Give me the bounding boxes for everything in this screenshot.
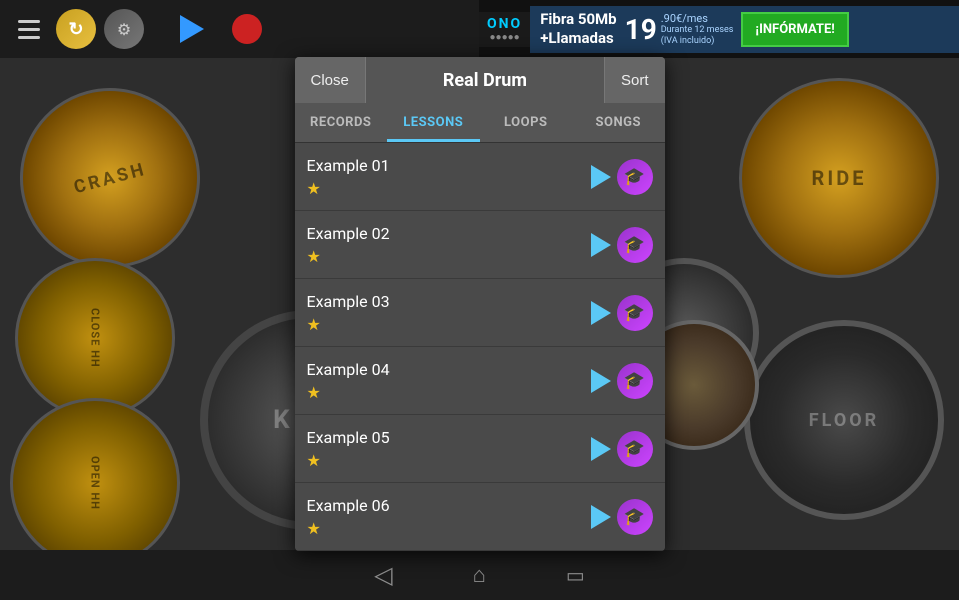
tab-loops[interactable]: LOOPS <box>480 103 573 142</box>
item-info: Example 02 ★ <box>307 224 591 266</box>
bottom-navigation-bar: ◁ ⌂ ▭ <box>0 550 959 600</box>
ad-banner: ONO ●●●●● Fibra 50Mb +Llamadas 19 .90€/m… <box>479 0 959 58</box>
item-name: Example 01 <box>307 156 591 175</box>
item-play-button[interactable] <box>591 369 611 393</box>
ad-content: Fibra 50Mb +Llamadas 19 .90€/mes Durante… <box>530 6 959 53</box>
item-play-button[interactable] <box>591 233 611 257</box>
item-name: Example 04 <box>307 360 591 379</box>
modal-dialog: Close Real Drum Sort RECORDS LESSONS LOO… <box>295 57 665 551</box>
modal-overlay: Close Real Drum Sort RECORDS LESSONS LOO… <box>0 58 959 550</box>
item-name: Example 03 <box>307 292 591 311</box>
item-info: Example 04 ★ <box>307 360 591 402</box>
item-actions: 🎓 <box>591 363 653 399</box>
item-name: Example 02 <box>307 224 591 243</box>
item-star: ★ <box>307 315 591 334</box>
settings-button[interactable]: ⚙ <box>104 9 144 49</box>
list-item: Example 03 ★ 🎓 <box>295 279 665 347</box>
ad-brand-logo: ONO ●●●●● <box>479 12 530 47</box>
item-star: ★ <box>307 451 591 470</box>
tab-songs[interactable]: SONGS <box>572 103 665 142</box>
hamburger-icon <box>18 20 40 39</box>
recent-apps-nav-button[interactable]: ▭ <box>566 563 585 587</box>
play-button[interactable] <box>180 15 204 43</box>
item-play-button[interactable] <box>591 505 611 529</box>
item-actions: 🎓 <box>591 431 653 467</box>
list-item: Example 02 ★ 🎓 <box>295 211 665 279</box>
stop-button[interactable] <box>232 14 262 44</box>
modal-title: Real Drum <box>366 70 604 91</box>
item-actions: 🎓 <box>591 227 653 263</box>
modal-close-button[interactable]: Close <box>295 57 366 103</box>
item-star: ★ <box>307 179 591 198</box>
item-play-button[interactable] <box>591 165 611 189</box>
home-nav-button[interactable]: ⌂ <box>473 562 486 588</box>
recent-apps-icon: ▭ <box>566 563 585 587</box>
back-nav-button[interactable]: ◁ <box>374 561 392 589</box>
refresh-button[interactable]: ↻ <box>56 9 96 49</box>
item-lesson-button[interactable]: 🎓 <box>617 227 653 263</box>
item-lesson-button[interactable]: 🎓 <box>617 159 653 195</box>
modal-sort-button[interactable]: Sort <box>604 57 665 103</box>
item-play-button[interactable] <box>591 437 611 461</box>
item-info: Example 03 ★ <box>307 292 591 334</box>
back-icon: ◁ <box>374 561 392 589</box>
menu-button[interactable] <box>10 10 48 48</box>
item-lesson-button[interactable]: 🎓 <box>617 499 653 535</box>
item-star: ★ <box>307 247 591 266</box>
item-info: Example 05 ★ <box>307 428 591 470</box>
item-actions: 🎓 <box>591 499 653 535</box>
item-play-button[interactable] <box>591 301 611 325</box>
tab-records[interactable]: RECORDS <box>295 103 388 142</box>
modal-header: Close Real Drum Sort <box>295 57 665 103</box>
home-icon: ⌂ <box>473 563 486 588</box>
list-item: Example 04 ★ 🎓 <box>295 347 665 415</box>
list-item: Example 06 ★ 🎓 <box>295 483 665 551</box>
modal-list: Example 01 ★ 🎓 Example 02 ★ 🎓 <box>295 143 665 551</box>
item-actions: 🎓 <box>591 159 653 195</box>
ad-cta-button[interactable]: ¡INFÓRMATE! <box>741 12 848 47</box>
modal-tabs: RECORDS LESSONS LOOPS SONGS <box>295 103 665 143</box>
item-lesson-button[interactable]: 🎓 <box>617 295 653 331</box>
item-info: Example 06 ★ <box>307 496 591 538</box>
item-actions: 🎓 <box>591 295 653 331</box>
item-star: ★ <box>307 519 591 538</box>
tab-lessons[interactable]: LESSONS <box>387 103 480 142</box>
item-star: ★ <box>307 383 591 402</box>
item-lesson-button[interactable]: 🎓 <box>617 431 653 467</box>
list-item: Example 01 ★ 🎓 <box>295 143 665 211</box>
item-info: Example 01 ★ <box>307 156 591 198</box>
item-name: Example 06 <box>307 496 591 515</box>
list-item: Example 05 ★ 🎓 <box>295 415 665 483</box>
item-lesson-button[interactable]: 🎓 <box>617 363 653 399</box>
item-name: Example 05 <box>307 428 591 447</box>
